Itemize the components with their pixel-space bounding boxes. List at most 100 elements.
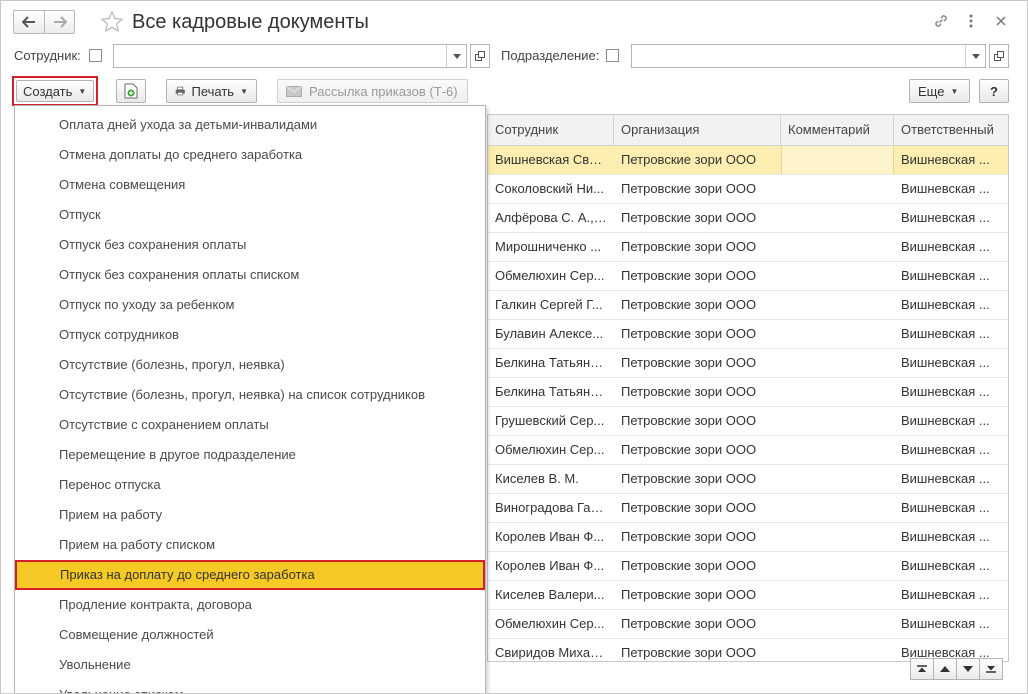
- chevron-down-icon: [452, 53, 461, 59]
- copy-document-button[interactable]: [116, 79, 146, 103]
- table-row[interactable]: Грушевский Сер... Петровские зори ООО Вишн…: [488, 407, 1008, 436]
- column-header-comment[interactable]: Комментарий: [781, 115, 894, 145]
- cell-responsible: Вишневская ...: [901, 326, 990, 341]
- table-row[interactable]: Булавин Алексе... Петровские зори ООО Вишн…: [488, 320, 1008, 349]
- favorite-star-icon[interactable]: [100, 10, 124, 34]
- scroll-down-button[interactable]: [956, 658, 980, 680]
- employee-filter-checkbox[interactable]: [89, 49, 102, 62]
- help-button[interactable]: ?: [979, 79, 1009, 103]
- table-row[interactable]: Обмелюхин Сер... Петровские зори ООО Вишне…: [488, 610, 1008, 639]
- scroll-up-button[interactable]: [933, 658, 957, 680]
- triangle-down-icon: [963, 666, 973, 672]
- mailing-orders-button[interactable]: Рассылка приказов (Т-6): [277, 79, 468, 103]
- document-list-window: Все кадровые документы Сотрудник: Подраз…: [0, 0, 1028, 694]
- menu-item[interactable]: Совмещение должностей: [15, 620, 485, 650]
- cell-organization: Петровские зори ООО: [621, 181, 757, 196]
- employee-dropdown-button[interactable]: [446, 45, 466, 67]
- cell-employee: Булавин Алексе...: [495, 326, 604, 341]
- menu-item[interactable]: Приказ на доплату до среднего заработка: [15, 560, 485, 590]
- table-row[interactable]: Королев Иван Ф... Петровские зори ООО Вишн…: [488, 523, 1008, 552]
- cell-comment: [781, 378, 894, 406]
- more-vertical-icon[interactable]: [960, 10, 982, 32]
- menu-item[interactable]: Прием на работу списком: [15, 530, 485, 560]
- cell-organization: Петровские зори ООО: [621, 442, 757, 457]
- cell-comment: [781, 494, 894, 522]
- cell-employee: Обмелюхин Сер...: [495, 268, 605, 283]
- link-icon[interactable]: [930, 10, 952, 32]
- department-filter-field[interactable]: [631, 44, 986, 68]
- cell-comment: [781, 146, 894, 174]
- cell-organization: Петровские зори ООО: [621, 529, 757, 544]
- menu-item[interactable]: Продление контракта, договора: [15, 590, 485, 620]
- table-row[interactable]: Белкина Татьяна... Петровские зори ООО Виш…: [488, 378, 1008, 407]
- menu-item[interactable]: Отсутствие (болезнь, прогул, неявка) на …: [15, 380, 485, 410]
- chevron-down-icon: ▼: [240, 86, 248, 96]
- cell-responsible: Вишневская ...: [901, 471, 990, 486]
- menu-item[interactable]: Отмена совмещения: [15, 170, 485, 200]
- scroll-to-bottom-button[interactable]: [979, 658, 1003, 680]
- menu-item[interactable]: Увольнение списком: [15, 680, 485, 693]
- menu-item[interactable]: Прием на работу: [15, 500, 485, 530]
- menu-item[interactable]: Увольнение: [15, 650, 485, 680]
- cell-employee: Вишневская Све...: [495, 152, 608, 167]
- forward-button[interactable]: [44, 10, 75, 34]
- cell-responsible: Вишневская ...: [901, 500, 990, 515]
- cell-comment: [781, 204, 894, 232]
- table-row[interactable]: Вишневская Све... Петровские зори ООО Вишн…: [488, 146, 1008, 175]
- table-row[interactable]: Мирошниченко ... Петровские зори ООО Вишне…: [488, 233, 1008, 262]
- table-scroll-controls: [910, 658, 1003, 680]
- menu-item[interactable]: Отсутствие (болезнь, прогул, неявка): [15, 350, 485, 380]
- scroll-to-top-button[interactable]: [910, 658, 934, 680]
- menu-item[interactable]: Оплата дней ухода за детьми-инвалидами: [15, 110, 485, 140]
- print-button[interactable]: Печать ▼: [166, 79, 257, 103]
- department-dropdown-button[interactable]: [965, 45, 985, 67]
- table-row[interactable]: Виноградова Гал... Петровские зори ООО Виш…: [488, 494, 1008, 523]
- cell-comment: [781, 407, 894, 435]
- menu-item[interactable]: Отпуск сотрудников: [15, 320, 485, 350]
- table-row[interactable]: Соколовский Ни... Петровские зори ООО Вишн…: [488, 175, 1008, 204]
- column-header-organization[interactable]: Организация: [614, 115, 781, 145]
- menu-item[interactable]: Отсутствие с сохранением оплаты: [15, 410, 485, 440]
- department-filter-checkbox[interactable]: [606, 49, 619, 62]
- table-row[interactable]: Галкин Сергей Г... Петровские зори ООО Виш…: [488, 291, 1008, 320]
- cell-employee: Киселев Валери...: [495, 587, 605, 602]
- menu-item[interactable]: Отпуск без сохранения оплаты: [15, 230, 485, 260]
- more-button[interactable]: Еще ▼: [909, 79, 970, 103]
- menu-item[interactable]: Отпуск по уходу за ребенком: [15, 290, 485, 320]
- open-window-icon: [475, 51, 485, 61]
- documents-table[interactable]: Сотрудник Организация Комментарий Ответс…: [487, 114, 1009, 662]
- table-row[interactable]: Киселев Валери... Петровские зори ООО Вишн…: [488, 581, 1008, 610]
- cell-comment: [781, 523, 894, 551]
- create-button[interactable]: Создать ▼: [16, 80, 94, 102]
- page-title: Все кадровые документы: [132, 11, 369, 33]
- back-button[interactable]: [13, 10, 44, 34]
- double-down-icon: [986, 666, 996, 673]
- table-row[interactable]: Королев Иван Ф... Петровские зори ООО Вишн…: [488, 552, 1008, 581]
- double-up-icon: [917, 665, 927, 672]
- menu-item[interactable]: Отмена доплаты до среднего заработка: [15, 140, 485, 170]
- envelope-icon: [286, 85, 302, 97]
- cell-responsible: Вишневская ...: [901, 355, 990, 370]
- menu-item[interactable]: Перемещение в другое подразделение: [15, 440, 485, 470]
- cell-organization: Петровские зори ООО: [621, 413, 757, 428]
- menu-item[interactable]: Перенос отпуска: [15, 470, 485, 500]
- menu-item[interactable]: Отпуск без сохранения оплаты списком: [15, 260, 485, 290]
- column-header-responsible[interactable]: Ответственный: [894, 115, 1008, 145]
- table-row[interactable]: Алфёрова С. А., ... Петровские зори ООО Ви…: [488, 204, 1008, 233]
- cell-employee: Обмелюхин Сер...: [495, 616, 605, 631]
- table-row[interactable]: Белкина Татьяна... Петровские зори ООО Виш…: [488, 349, 1008, 378]
- column-header-employee[interactable]: Сотрудник: [488, 115, 614, 145]
- more-button-label: Еще: [918, 83, 945, 99]
- table-row[interactable]: Киселев В. М. Петровские зори ООО Вишневск…: [488, 465, 1008, 494]
- table-row[interactable]: Обмелюхин Сер... Петровские зори ООО Вишне…: [488, 436, 1008, 465]
- cell-comment: [781, 349, 894, 377]
- table-row[interactable]: Обмелюхин Сер... Петровские зори ООО Вишне…: [488, 262, 1008, 291]
- employee-filter-field[interactable]: [113, 44, 467, 68]
- cell-responsible: Вишневская ...: [901, 442, 990, 457]
- department-open-button[interactable]: [989, 44, 1009, 68]
- department-filter-label: Подразделение:: [501, 48, 600, 63]
- menu-item[interactable]: Отпуск: [15, 200, 485, 230]
- close-icon[interactable]: [990, 10, 1012, 32]
- cell-comment: [781, 639, 894, 661]
- employee-open-button[interactable]: [470, 44, 490, 68]
